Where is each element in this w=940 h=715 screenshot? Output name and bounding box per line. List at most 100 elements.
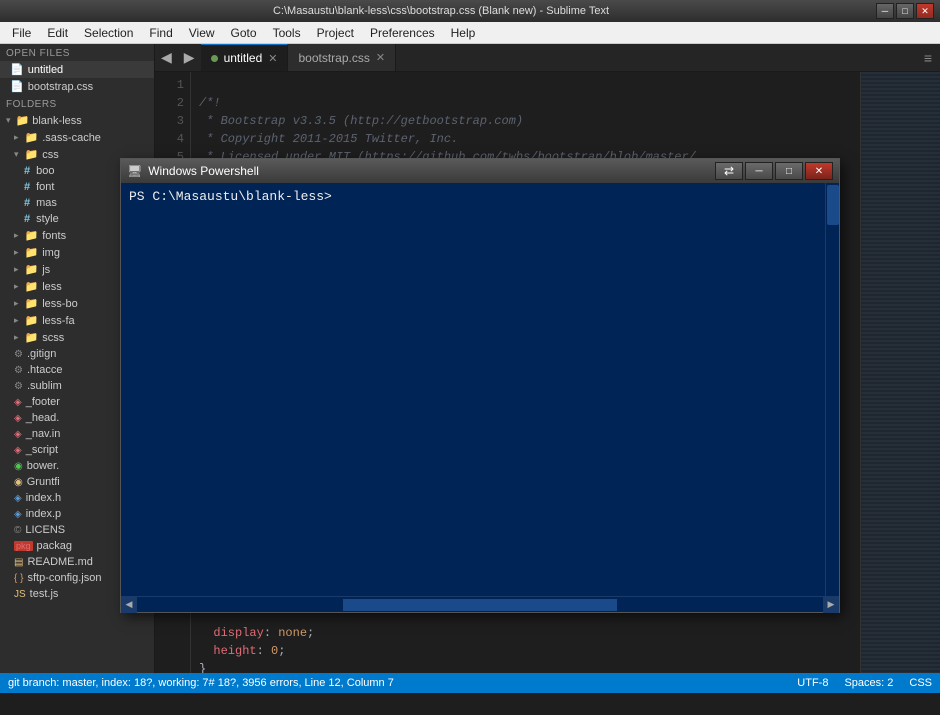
line-number: 3	[155, 112, 184, 130]
json-icon: { }	[14, 573, 23, 584]
line-number: 2	[155, 94, 184, 112]
arrow-right-icon: ▸	[14, 315, 19, 326]
sidebar-open-file-untitled[interactable]: 📄 untitled	[0, 61, 154, 78]
folder-name: fonts	[42, 230, 66, 242]
minimap	[860, 72, 940, 673]
html-icon: ◈	[14, 493, 22, 504]
tab-close-icon[interactable]: ✕	[268, 52, 277, 65]
folder-name: img	[42, 247, 60, 259]
menu-view[interactable]: View	[181, 24, 223, 42]
file-name: _head.	[26, 412, 60, 424]
gear-icon: ⚙	[14, 365, 23, 376]
folder-icon: 📁	[25, 131, 39, 144]
file-name: .sublim	[27, 380, 62, 392]
ps-icon: 🖥	[127, 164, 142, 178]
arrow-right-icon: ▸	[14, 230, 19, 241]
tab-prev-button[interactable]: ◀	[155, 44, 178, 71]
folder-icon: 📁	[25, 331, 39, 344]
folder-icon: 📁	[16, 114, 30, 127]
ps-controls: ⇄ ─ □ ✕	[715, 162, 833, 180]
folder-name: scss	[42, 332, 64, 344]
menu-goto[interactable]: Goto	[223, 24, 265, 42]
ps-scrollbar-v[interactable]	[825, 183, 839, 596]
hash-icon: #	[24, 165, 30, 177]
ps-title-text: Windows Powershell	[148, 164, 709, 178]
syntax[interactable]: CSS	[909, 677, 932, 689]
git-status: git branch: master, index: 18?, working:…	[8, 677, 394, 689]
ps-scrollbar-h[interactable]	[137, 597, 823, 612]
ps-scroll-left-button[interactable]: ◀	[121, 597, 137, 613]
tab-label: untitled	[224, 51, 263, 65]
file-name: style	[36, 213, 59, 225]
tab-menu-button[interactable]: ≡	[916, 50, 940, 66]
ps-title-bar: 🖥 Windows Powershell ⇄ ─ □ ✕	[121, 159, 839, 183]
window-controls: ─ □ ✕	[876, 3, 934, 19]
file-name: LICENS	[25, 524, 65, 536]
folder-icon: 📁	[25, 148, 39, 161]
close-button[interactable]: ✕	[916, 3, 934, 19]
html-icon: ◈	[14, 397, 22, 408]
root-folder[interactable]: ▾ 📁 blank-less	[0, 112, 154, 129]
html-icon: ◈	[14, 509, 22, 520]
menu-file[interactable]: File	[4, 24, 39, 42]
powershell-window: 🖥 Windows Powershell ⇄ ─ □ ✕ PS C:\Masau…	[120, 158, 840, 613]
tab-untitled[interactable]: untitled ✕	[201, 44, 289, 71]
file-name: bower.	[27, 460, 59, 472]
file-name: _nav.in	[26, 428, 61, 440]
spaces[interactable]: Spaces: 2	[844, 677, 893, 689]
tab-modified-dot	[211, 55, 218, 62]
arrow-right-icon: ▸	[14, 264, 19, 275]
html-icon: ◈	[14, 413, 22, 424]
maximize-button[interactable]: □	[896, 3, 914, 19]
status-bar: git branch: master, index: 18?, working:…	[0, 673, 940, 693]
tab-next-button[interactable]: ▶	[178, 44, 201, 71]
hash-icon: #	[24, 197, 30, 209]
file-name: boo	[36, 165, 54, 177]
arrow-down-icon: ▾	[14, 149, 19, 160]
tab-bootstrap[interactable]: bootstrap.css ✕	[288, 44, 396, 71]
ps-minimize-button[interactable]: ─	[745, 162, 773, 180]
ps-scroll-right-button[interactable]: ▶	[823, 597, 839, 613]
file-icon: 📄	[10, 80, 24, 93]
hash-icon: #	[24, 213, 30, 225]
menu-selection[interactable]: Selection	[76, 24, 141, 42]
folder-name: js	[42, 264, 50, 276]
encoding[interactable]: UTF-8	[797, 677, 828, 689]
minimap-content	[861, 72, 940, 673]
folder-icon: 📁	[25, 246, 39, 259]
open-file-name: bootstrap.css	[28, 81, 93, 93]
menu-help[interactable]: Help	[443, 24, 484, 42]
menu-project[interactable]: Project	[309, 24, 362, 42]
folder-name: css	[42, 149, 59, 161]
text-icon: ©	[14, 525, 21, 536]
menu-edit[interactable]: Edit	[39, 24, 76, 42]
ps-bottom-bar: ◀ ▶	[121, 596, 839, 612]
arrow-down-icon: ▾	[6, 115, 11, 126]
window-title: C:\Masaustu\blank-less\css\bootstrap.css…	[6, 5, 876, 17]
tab-close-icon[interactable]: ✕	[376, 51, 385, 64]
status-right: UTF-8 Spaces: 2 CSS	[797, 677, 932, 689]
minimize-button[interactable]: ─	[876, 3, 894, 19]
json-icon: ◉	[14, 461, 23, 472]
menu-tools[interactable]: Tools	[265, 24, 309, 42]
file-name: mas	[36, 197, 57, 209]
ps-prompt: PS C:\Masaustu\blank-less>	[129, 189, 332, 204]
md-icon: ▤	[14, 557, 23, 568]
sidebar-open-file-bootstrap[interactable]: 📄 bootstrap.css	[0, 78, 154, 95]
file-name: packag	[37, 540, 72, 552]
gear-icon: ⚙	[14, 381, 23, 392]
title-bar: C:\Masaustu\blank-less\css\bootstrap.css…	[0, 0, 940, 22]
file-name: .gitign	[27, 348, 56, 360]
menu-find[interactable]: Find	[141, 24, 180, 42]
ps-restore-button[interactable]: □	[775, 162, 803, 180]
ps-body[interactable]: PS C:\Masaustu\blank-less>	[121, 183, 825, 596]
menu-preferences[interactable]: Preferences	[362, 24, 443, 42]
ps-close-button[interactable]: ✕	[805, 162, 833, 180]
file-name: README.md	[27, 556, 92, 568]
ps-swap-button[interactable]: ⇄	[715, 162, 743, 180]
open-files-label: OPEN FILES	[0, 44, 154, 61]
file-name: font	[36, 181, 54, 193]
arrow-right-icon: ▸	[14, 132, 19, 143]
arrow-right-icon: ▸	[14, 281, 19, 292]
folder-sass-cache[interactable]: ▸ 📁 .sass-cache	[0, 129, 154, 146]
